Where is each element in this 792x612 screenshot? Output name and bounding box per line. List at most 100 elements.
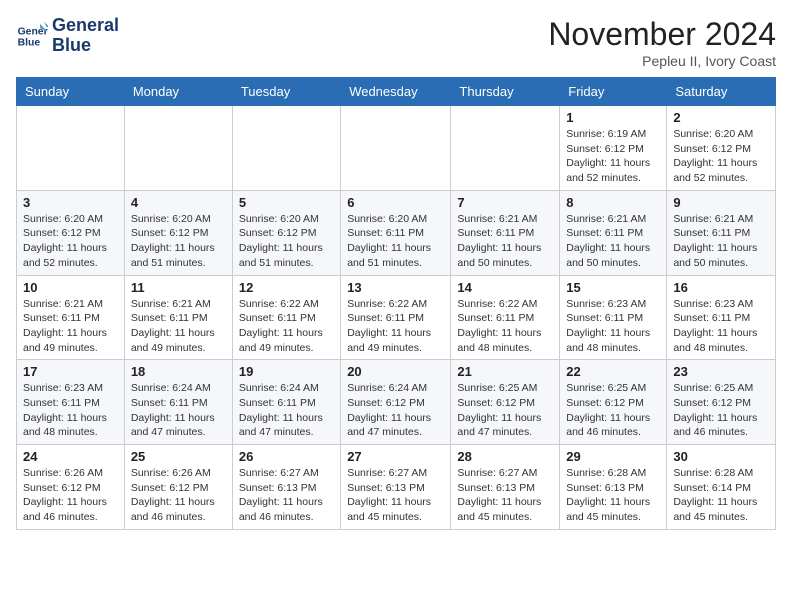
day-number: 1: [566, 110, 660, 125]
week-row-3: 10 Sunrise: 6:21 AM Sunset: 6:11 PM Dayli…: [17, 275, 776, 360]
title-area: November 2024 Pepleu II, Ivory Coast: [548, 16, 776, 69]
day-number: 6: [347, 195, 444, 210]
day-info: Sunrise: 6:22 AM Sunset: 6:11 PM Dayligh…: [457, 297, 553, 356]
day-info: Sunrise: 6:21 AM Sunset: 6:11 PM Dayligh…: [673, 212, 769, 271]
day-cell: 21Sunrise: 6:25 AM Sunset: 6:12 PM Dayli…: [451, 360, 560, 445]
day-info: Sunrise: 6:28 AM Sunset: 6:14 PM Dayligh…: [673, 466, 769, 525]
day-number: 19: [239, 364, 334, 379]
day-info: Sunrise: 6:25 AM Sunset: 6:12 PM Dayligh…: [673, 381, 769, 440]
day-cell: 11 Sunrise: 6:21 AM Sunset: 6:11 PM Dayli…: [124, 275, 232, 360]
day-info: Sunrise: 6:20 AM Sunset: 6:12 PM Dayligh…: [23, 212, 118, 271]
logo-text-general: General: [52, 16, 119, 36]
day-info: Sunrise: 6:20 AM Sunset: 6:12 PM Dayligh…: [239, 212, 334, 271]
day-number: 25: [131, 449, 226, 464]
day-cell: 29 Sunrise: 6:28 AM Sunset: 6:13 PM Dayli…: [560, 445, 667, 530]
day-cell: 17 Sunrise: 6:23 AM Sunset: 6:11 PM Dayli…: [17, 360, 125, 445]
week-row-5: 24 Sunrise: 6:26 AM Sunset: 6:12 PM Dayli…: [17, 445, 776, 530]
day-cell: 5 Sunrise: 6:20 AM Sunset: 6:12 PM Daylig…: [232, 190, 340, 275]
day-cell: 22 Sunrise: 6:25 AM Sunset: 6:12 PM Dayli…: [560, 360, 667, 445]
day-info: Sunrise: 6:26 AM Sunset: 6:12 PM Dayligh…: [23, 466, 118, 525]
day-number: 5: [239, 195, 334, 210]
day-cell: 12Sunrise: 6:22 AM Sunset: 6:11 PM Dayli…: [232, 275, 340, 360]
day-info: Sunrise: 6:24 AM Sunset: 6:11 PM Dayligh…: [239, 381, 334, 440]
day-info: Sunrise: 6:27 AM Sunset: 6:13 PM Dayligh…: [239, 466, 334, 525]
logo-text-blue: Blue: [52, 36, 119, 56]
header-cell-wednesday: Wednesday: [341, 78, 451, 106]
day-cell: 4 Sunrise: 6:20 AM Sunset: 6:12 PM Daylig…: [124, 190, 232, 275]
day-cell: 2 Sunrise: 6:20 AM Sunset: 6:12 PM Daylig…: [667, 106, 776, 191]
day-cell: [232, 106, 340, 191]
day-cell: 6 Sunrise: 6:20 AM Sunset: 6:11 PM Daylig…: [341, 190, 451, 275]
day-cell: 30 Sunrise: 6:28 AM Sunset: 6:14 PM Dayli…: [667, 445, 776, 530]
day-cell: 14 Sunrise: 6:22 AM Sunset: 6:11 PM Dayli…: [451, 275, 560, 360]
day-number: 30: [673, 449, 769, 464]
day-number: 14: [457, 280, 553, 295]
day-cell: 16 Sunrise: 6:23 AM Sunset: 6:11 PM Dayli…: [667, 275, 776, 360]
day-number: 11: [131, 280, 226, 295]
day-cell: [451, 106, 560, 191]
day-info: Sunrise: 6:20 AM Sunset: 6:11 PM Dayligh…: [347, 212, 444, 271]
day-number: 21: [457, 364, 553, 379]
location-subtitle: Pepleu II, Ivory Coast: [548, 53, 776, 69]
day-cell: 7 Sunrise: 6:21 AM Sunset: 6:11 PM Daylig…: [451, 190, 560, 275]
day-cell: [341, 106, 451, 191]
day-number: 9: [673, 195, 769, 210]
calendar-table: SundayMondayTuesdayWednesdayThursdayFrid…: [16, 77, 776, 530]
header: General Blue General Blue November 2024 …: [16, 16, 776, 69]
header-row: SundayMondayTuesdayWednesdayThursdayFrid…: [17, 78, 776, 106]
day-cell: 19 Sunrise: 6:24 AM Sunset: 6:11 PM Dayli…: [232, 360, 340, 445]
day-info: Sunrise: 6:24 AM Sunset: 6:11 PM Dayligh…: [131, 381, 226, 440]
day-info: Sunrise: 6:21 AM Sunset: 6:11 PM Dayligh…: [457, 212, 553, 271]
header-cell-thursday: Thursday: [451, 78, 560, 106]
day-number: 3: [23, 195, 118, 210]
header-cell-friday: Friday: [560, 78, 667, 106]
logo: General Blue General Blue: [16, 16, 119, 56]
day-number: 7: [457, 195, 553, 210]
day-info: Sunrise: 6:20 AM Sunset: 6:12 PM Dayligh…: [673, 127, 769, 186]
day-number: 15: [566, 280, 660, 295]
day-info: Sunrise: 6:24 AM Sunset: 6:12 PM Dayligh…: [347, 381, 444, 440]
day-cell: 1 Sunrise: 6:19 AM Sunset: 6:12 PM Daylig…: [560, 106, 667, 191]
day-number: 4: [131, 195, 226, 210]
day-info: Sunrise: 6:22 AM Sunset: 6:11 PM Dayligh…: [347, 297, 444, 356]
day-number: 10: [23, 280, 118, 295]
day-number: 29: [566, 449, 660, 464]
day-cell: 26 Sunrise: 6:27 AM Sunset: 6:13 PM Dayli…: [232, 445, 340, 530]
day-cell: [17, 106, 125, 191]
day-number: 17: [23, 364, 118, 379]
day-number: 2: [673, 110, 769, 125]
day-info: Sunrise: 6:25 AM Sunset: 6:12 PM Dayligh…: [566, 381, 660, 440]
day-info: Sunrise: 6:21 AM Sunset: 6:11 PM Dayligh…: [131, 297, 226, 356]
day-number: 22: [566, 364, 660, 379]
header-cell-sunday: Sunday: [17, 78, 125, 106]
svg-text:Blue: Blue: [18, 37, 41, 48]
day-cell: 15 Sunrise: 6:23 AM Sunset: 6:11 PM Dayli…: [560, 275, 667, 360]
day-info: Sunrise: 6:23 AM Sunset: 6:11 PM Dayligh…: [566, 297, 660, 356]
day-number: 20: [347, 364, 444, 379]
day-number: 8: [566, 195, 660, 210]
day-cell: 9 Sunrise: 6:21 AM Sunset: 6:11 PM Daylig…: [667, 190, 776, 275]
day-info: Sunrise: 6:23 AM Sunset: 6:11 PM Dayligh…: [23, 381, 118, 440]
day-cell: 13Sunrise: 6:22 AM Sunset: 6:11 PM Dayli…: [341, 275, 451, 360]
day-info: Sunrise: 6:21 AM Sunset: 6:11 PM Dayligh…: [566, 212, 660, 271]
day-cell: 8 Sunrise: 6:21 AM Sunset: 6:11 PM Daylig…: [560, 190, 667, 275]
header-cell-monday: Monday: [124, 78, 232, 106]
day-info: Sunrise: 6:27 AM Sunset: 6:13 PM Dayligh…: [457, 466, 553, 525]
week-row-4: 17 Sunrise: 6:23 AM Sunset: 6:11 PM Dayli…: [17, 360, 776, 445]
day-number: 12: [239, 280, 334, 295]
day-cell: 25 Sunrise: 6:26 AM Sunset: 6:12 PM Dayli…: [124, 445, 232, 530]
day-number: 28: [457, 449, 553, 464]
day-info: Sunrise: 6:20 AM Sunset: 6:12 PM Dayligh…: [131, 212, 226, 271]
day-number: 24: [23, 449, 118, 464]
day-cell: 3 Sunrise: 6:20 AM Sunset: 6:12 PM Daylig…: [17, 190, 125, 275]
day-info: Sunrise: 6:23 AM Sunset: 6:11 PM Dayligh…: [673, 297, 769, 356]
day-number: 26: [239, 449, 334, 464]
day-cell: 24 Sunrise: 6:26 AM Sunset: 6:12 PM Dayli…: [17, 445, 125, 530]
day-number: 23: [673, 364, 769, 379]
day-number: 16: [673, 280, 769, 295]
day-info: Sunrise: 6:19 AM Sunset: 6:12 PM Dayligh…: [566, 127, 660, 186]
day-cell: 27Sunrise: 6:27 AM Sunset: 6:13 PM Dayli…: [341, 445, 451, 530]
day-info: Sunrise: 6:28 AM Sunset: 6:13 PM Dayligh…: [566, 466, 660, 525]
day-info: Sunrise: 6:26 AM Sunset: 6:12 PM Dayligh…: [131, 466, 226, 525]
day-cell: 20 Sunrise: 6:24 AM Sunset: 6:12 PM Dayli…: [341, 360, 451, 445]
